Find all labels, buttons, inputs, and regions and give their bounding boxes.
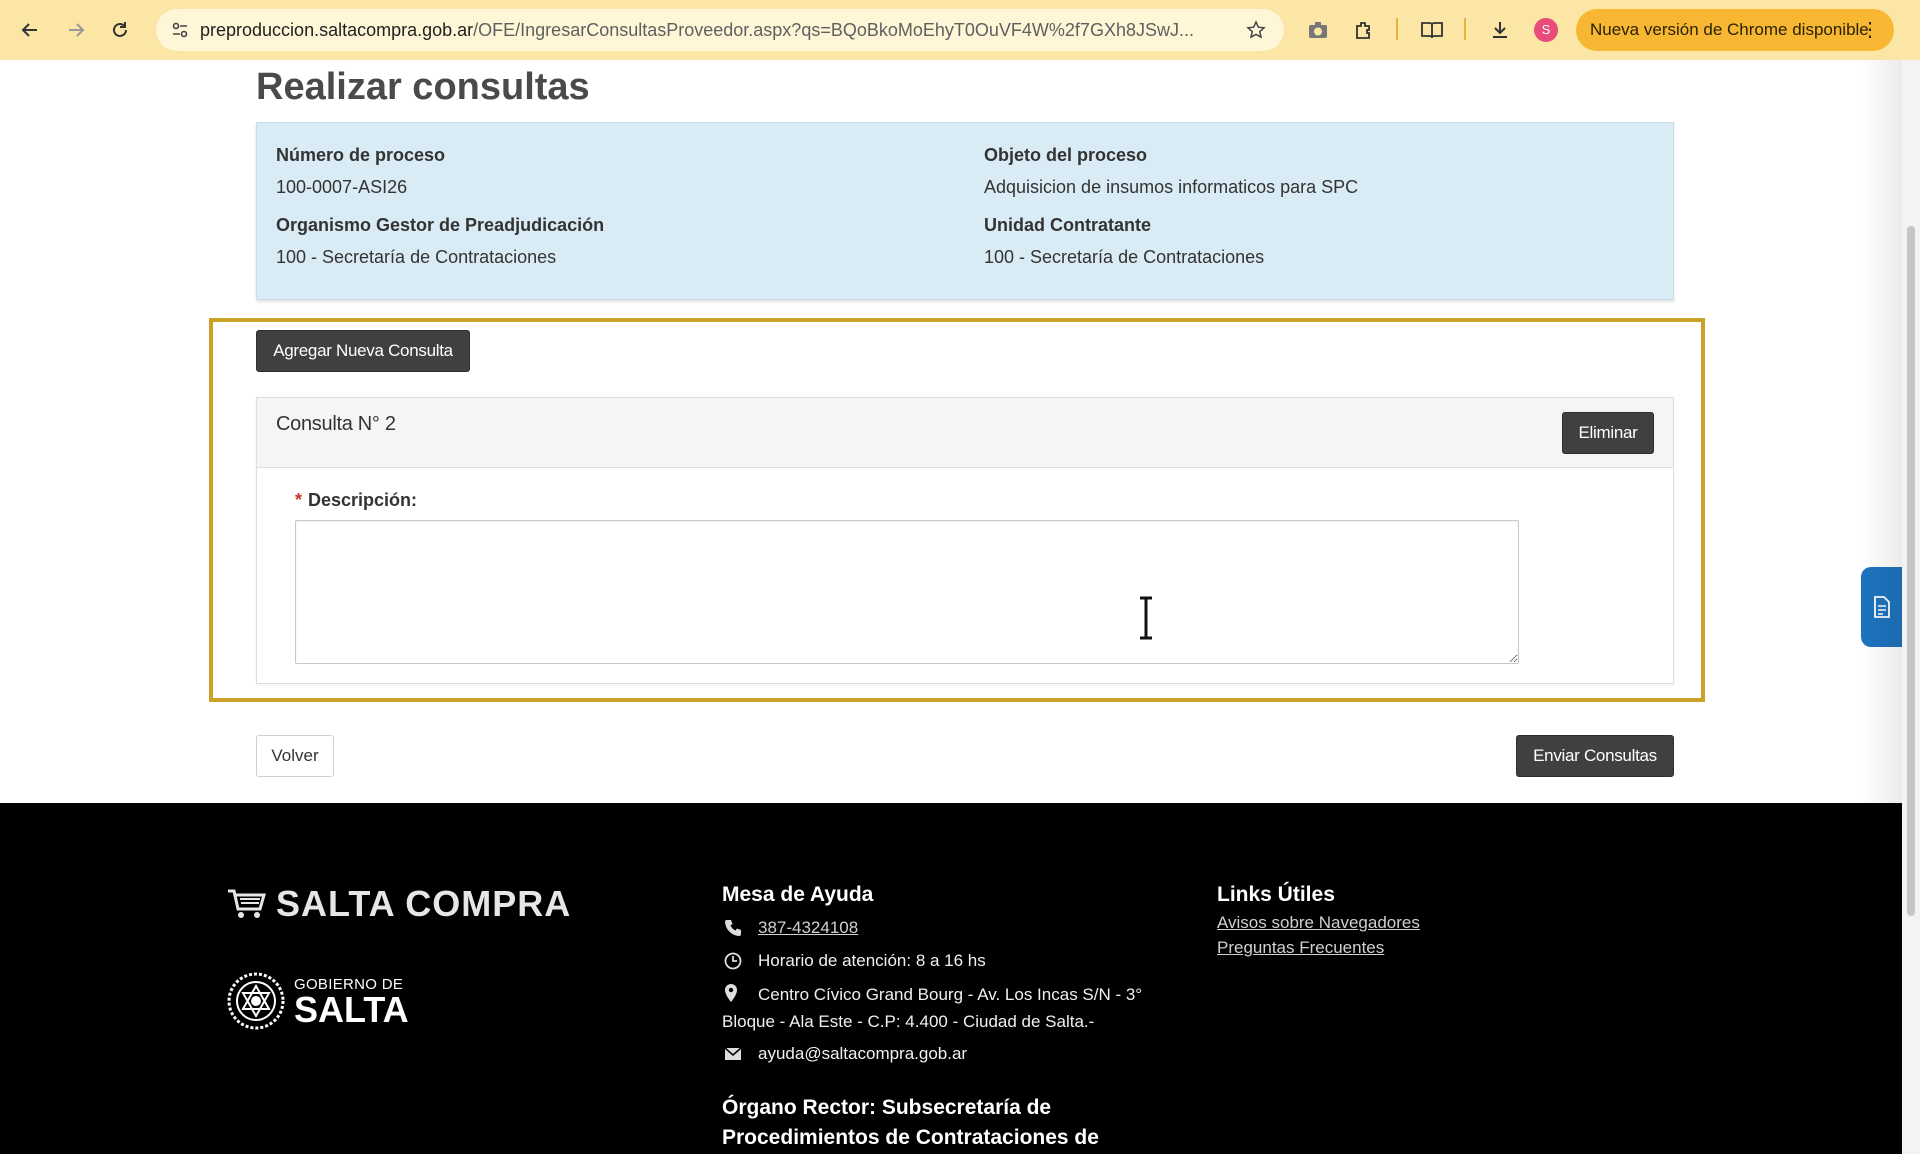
- address-text: Centro Cívico Grand Bourg - Av. Los Inca…: [722, 981, 1172, 1035]
- hours-text: Horario de atención: 8 a 16 hs: [758, 951, 986, 970]
- email-text: ayuda@saltacompra.gob.ar: [758, 1044, 968, 1063]
- bookmark-star-icon[interactable]: [1244, 18, 1268, 42]
- clock-icon: [722, 950, 744, 972]
- faq-link[interactable]: Preguntas Frecuentes: [1217, 938, 1384, 958]
- organismo-label: Organismo Gestor de Preadjudicación: [276, 215, 605, 235]
- phone-link[interactable]: 387-4324108: [758, 918, 858, 938]
- email-row: ayuda@saltacompra.gob.ar: [722, 1043, 967, 1065]
- profile-avatar[interactable]: S: [1534, 18, 1558, 42]
- url-text[interactable]: preproduccion.saltacompra.gob.ar/OFE/Ing…: [200, 9, 1230, 51]
- useful-links-heading: Links Útiles: [1217, 883, 1335, 906]
- organismo-value: 100 - Secretaría de Contrataciones: [276, 247, 557, 267]
- objeto-proceso-label: Objeto del proceso: [984, 145, 1148, 165]
- vertical-scrollbar[interactable]: [1902, 60, 1920, 1154]
- update-label: Nueva versión de Chrome disponible: [1590, 20, 1869, 39]
- consulta-card: Consulta N° 2 Eliminar * Descripción:: [256, 397, 1674, 684]
- reload-icon[interactable]: [104, 14, 136, 46]
- salta-seal-icon: [227, 972, 285, 1030]
- download-icon[interactable]: [1486, 16, 1514, 44]
- help-desk-heading: Mesa de Ayuda: [722, 883, 874, 906]
- consulta-title: Consulta N° 2: [276, 413, 396, 435]
- page-title: Realizar consultas: [256, 66, 590, 108]
- unidad-contratante-label: Unidad Contratante: [984, 215, 1152, 235]
- phone-row: 387-4324108: [722, 917, 858, 939]
- toolbar-separator: [1396, 18, 1398, 40]
- browser-notices-link[interactable]: Avisos sobre Navegadores: [1217, 913, 1420, 933]
- numero-proceso-value: 100-0007-ASI26: [276, 177, 408, 197]
- numero-proceso-label: Número de proceso: [276, 145, 446, 165]
- send-consultas-button[interactable]: Enviar Consultas: [1516, 735, 1674, 777]
- process-info-panel: Número de proceso 100-0007-ASI26 Organis…: [256, 122, 1674, 300]
- extensions-puzzle-icon[interactable]: [1350, 16, 1378, 44]
- gobierno-salta-logo: GOBIERNO DE SALTA: [226, 961, 409, 1041]
- gov-big-text: SALTA: [294, 988, 409, 1030]
- consulta-card-header: Consulta N° 2 Eliminar: [257, 398, 1673, 468]
- hours-row: Horario de atención: 8 a 16 hs: [722, 950, 986, 972]
- back-arrow-icon[interactable]: [14, 14, 46, 46]
- browser-toolbar: preproduccion.saltacompra.gob.ar/OFE/Ing…: [0, 0, 1920, 60]
- description-textarea[interactable]: [295, 520, 1519, 664]
- saltacompra-logo: SALTA COMPRA: [226, 883, 571, 925]
- reading-mode-icon[interactable]: [1418, 16, 1446, 44]
- scrollbar-thumb[interactable]: [1907, 226, 1915, 916]
- toolbar-separator: [1464, 18, 1466, 40]
- kebab-menu-icon[interactable]: ⋮: [1860, 9, 1880, 51]
- objeto-proceso-value: Adquisicion de insumos informaticos para…: [984, 177, 1359, 197]
- phone-icon: [722, 917, 744, 939]
- description-label: * Descripción:: [295, 490, 417, 511]
- camera-icon[interactable]: [1304, 16, 1332, 44]
- site-footer: SALTA COMPRA GOBIERNO DE SALTA Mesa de A…: [0, 803, 1902, 1154]
- description-label-text: Descripción:: [308, 490, 418, 510]
- delete-consulta-button[interactable]: Eliminar: [1562, 412, 1654, 454]
- chrome-update-button[interactable]: Nueva versión de Chrome disponible ⋮: [1576, 9, 1894, 51]
- brand-name: SALTA COMPRA: [276, 883, 572, 924]
- back-button[interactable]: Volver: [256, 735, 334, 777]
- address-bar[interactable]: preproduccion.saltacompra.gob.ar/OFE/Ing…: [156, 9, 1284, 51]
- url-host: preproduccion.saltacompra.gob.ar: [200, 20, 474, 40]
- unidad-contratante-value: 100 - Secretaría de Contrataciones: [984, 247, 1265, 267]
- url-path: /OFE/IngresarConsultasProveedor.aspx?qs=…: [473, 20, 1194, 40]
- required-asterisk: *: [295, 490, 303, 510]
- text-cursor-icon: [1140, 596, 1152, 640]
- address-value: Centro Cívico Grand Bourg - Av. Los Inca…: [722, 985, 1143, 1031]
- site-settings-icon[interactable]: [168, 18, 192, 42]
- forward-arrow-icon[interactable]: [60, 14, 92, 46]
- add-consulta-button[interactable]: Agregar Nueva Consulta: [256, 330, 470, 372]
- organo-rector-text: Órgano Rector: Subsecretaría de Procedim…: [722, 1096, 1099, 1149]
- mail-icon: [722, 1043, 744, 1065]
- shopping-cart-icon: [228, 889, 266, 918]
